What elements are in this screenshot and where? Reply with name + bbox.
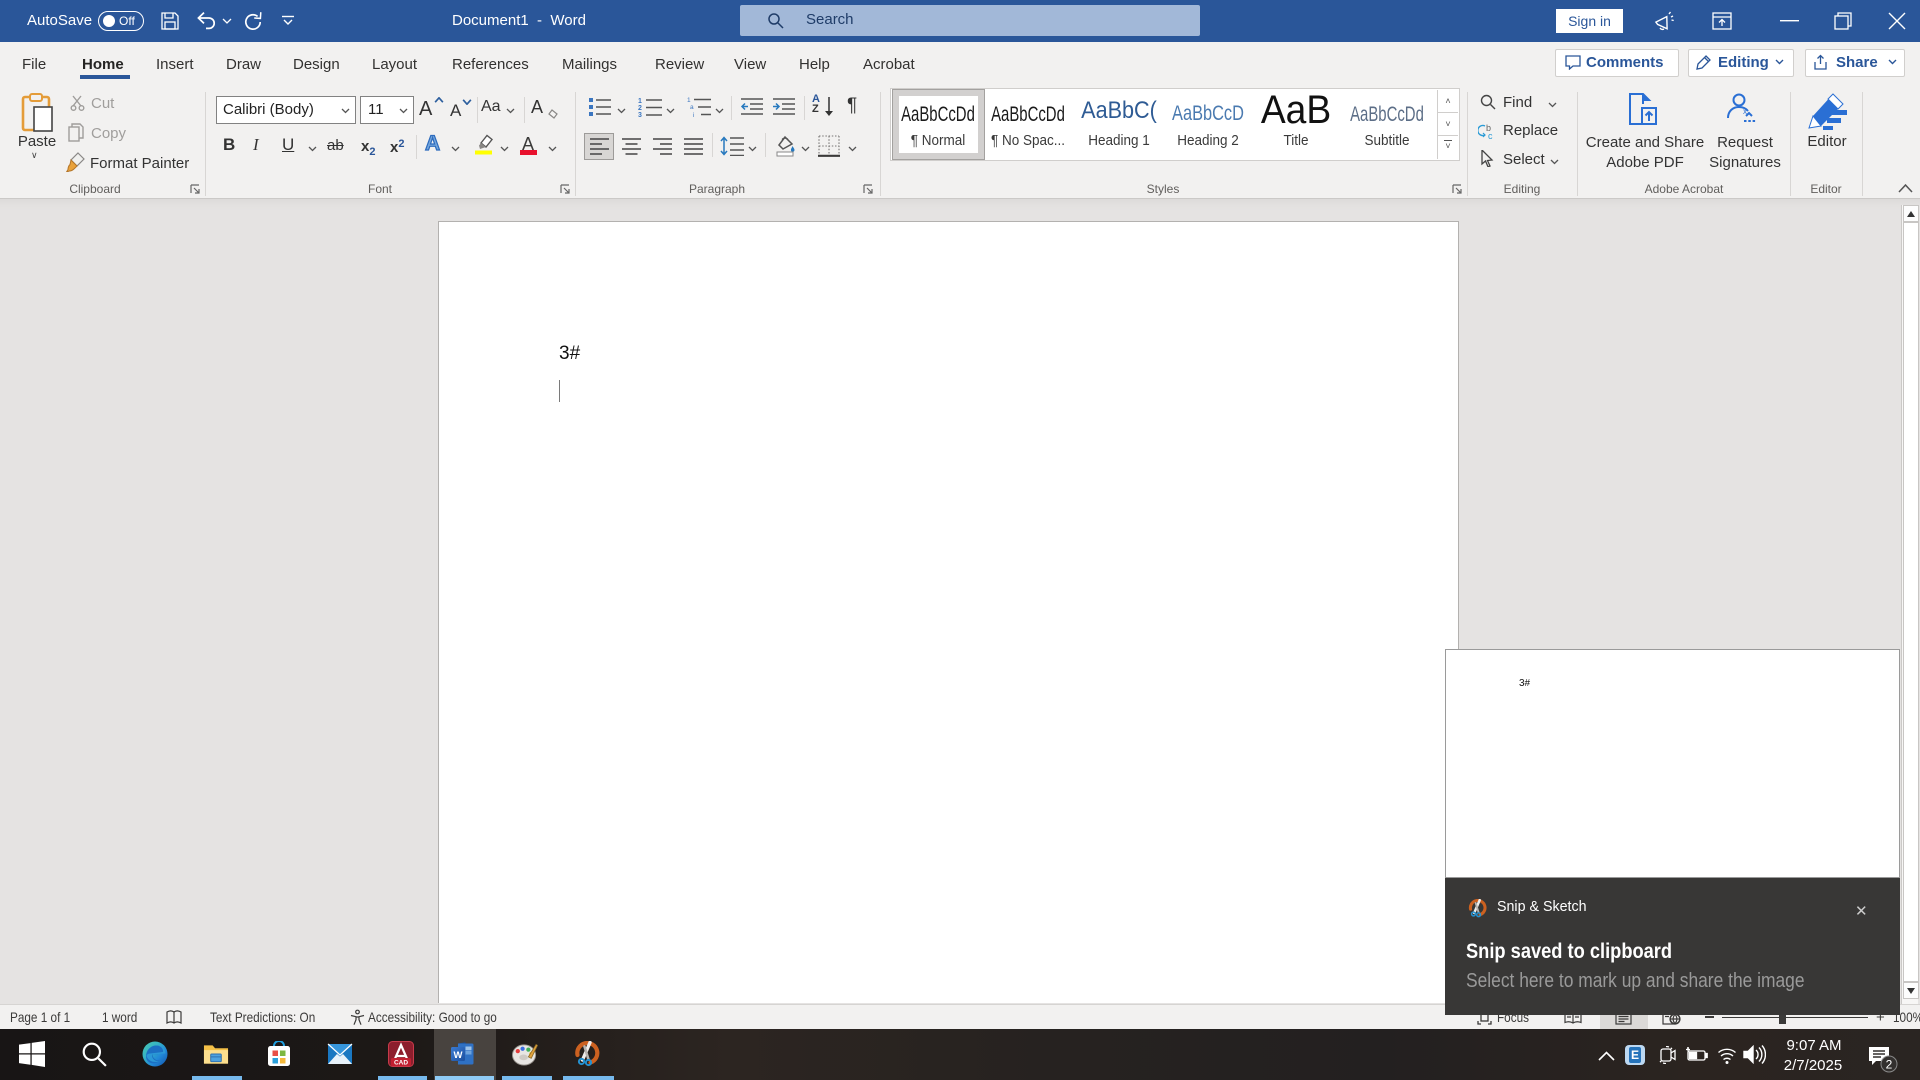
svg-text:x: x (1743, 107, 1747, 116)
svg-text:2: 2 (1886, 1058, 1893, 1072)
svg-text:3: 3 (638, 112, 642, 118)
svg-text:2: 2 (638, 105, 642, 112)
svg-text:1: 1 (687, 97, 691, 104)
svg-text:i: i (693, 112, 694, 118)
svg-text:W: W (454, 1050, 463, 1061)
svg-text:c: c (1488, 131, 1493, 140)
svg-text:1: 1 (638, 98, 642, 105)
svg-text:a: a (690, 104, 694, 111)
svg-text:CAD: CAD (394, 1060, 408, 1067)
